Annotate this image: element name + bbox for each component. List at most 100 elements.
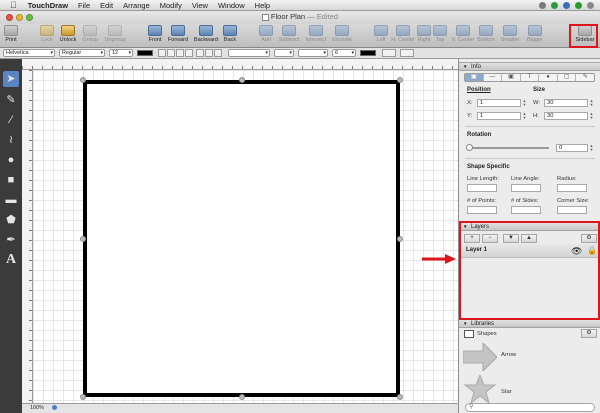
- text-color-swatch[interactable]: [137, 50, 153, 56]
- stroke-width-select[interactable]: 6: [332, 49, 356, 57]
- width-stepper[interactable]: ▲ ▼: [589, 99, 594, 107]
- text-align-center-button[interactable]: [167, 49, 175, 57]
- arrow-end-select[interactable]: [298, 49, 328, 57]
- library-item-arrow[interactable]: Arrow: [462, 341, 516, 373]
- rotation-slider-knob[interactable]: [466, 144, 473, 151]
- line-style-select[interactable]: [228, 49, 270, 57]
- text-valign-bottom-button[interactable]: [214, 49, 222, 57]
- menu-file[interactable]: File: [73, 0, 95, 11]
- tab-style[interactable]: ▢: [558, 74, 577, 81]
- rotation-slider-track[interactable]: [469, 147, 549, 149]
- resize-handle-top-right[interactable]: [397, 77, 403, 83]
- height-field[interactable]: 30: [544, 112, 588, 120]
- stroke-color-swatch[interactable]: [360, 50, 376, 56]
- menu-modify[interactable]: Modify: [155, 0, 187, 11]
- arrow-start-select[interactable]: [274, 49, 294, 57]
- library-options-gear-icon[interactable]: ⚙: [581, 329, 597, 338]
- bezier-tool-icon[interactable]: ≀: [3, 132, 19, 148]
- exclude-shapes-button[interactable]: Exclude: [328, 25, 356, 43]
- libraries-panel-header[interactable]: Libraries: [459, 319, 600, 328]
- library-search-input[interactable]: ⚲: [465, 403, 595, 412]
- y-stepper[interactable]: ▲ ▼: [522, 112, 527, 120]
- fill-color-swatch[interactable]: [382, 49, 396, 57]
- selected-rectangle-shape[interactable]: [83, 80, 400, 397]
- ellipse-tool-icon[interactable]: ●: [3, 152, 19, 168]
- line-angle-field[interactable]: [511, 184, 541, 192]
- info-panel-header[interactable]: Info: [459, 62, 600, 71]
- rectangle-tool-icon[interactable]: ■: [3, 172, 19, 188]
- library-item-star[interactable]: Star: [463, 373, 512, 405]
- line-length-field[interactable]: [467, 184, 497, 192]
- corner-size-field[interactable]: [557, 206, 587, 214]
- tab-geometry[interactable]: ▣: [465, 74, 484, 81]
- text-valign-top-button[interactable]: [196, 49, 204, 57]
- apple-menu-icon[interactable]: : [0, 0, 23, 11]
- text-justify-button[interactable]: [185, 49, 193, 57]
- menu-app-name[interactable]: TouchDraw: [23, 0, 73, 11]
- menu-window[interactable]: Window: [213, 0, 250, 11]
- rotation-field[interactable]: 0: [556, 144, 588, 152]
- x-stepper[interactable]: ▲ ▼: [522, 99, 527, 107]
- zoom-level[interactable]: 100%: [30, 405, 44, 411]
- zoom-indicator-icon[interactable]: [51, 405, 57, 411]
- ungroup-button[interactable]: Ungroup: [101, 25, 129, 43]
- menu-arrange[interactable]: Arrange: [118, 0, 155, 11]
- intersect-shapes-button[interactable]: Intersect: [302, 25, 330, 43]
- font-smaller-button[interactable]: Smaller: [496, 25, 524, 43]
- resize-handle-bottom[interactable]: [239, 394, 245, 400]
- menu-help[interactable]: Help: [250, 0, 275, 11]
- resize-handle-left[interactable]: [80, 236, 86, 242]
- horizontal-ruler: [22, 59, 458, 70]
- group-icon: [83, 25, 97, 36]
- menu-extra-icon[interactable]: [587, 1, 594, 9]
- font-style-select[interactable]: Regular: [59, 49, 105, 57]
- text-align-left-button[interactable]: [158, 49, 166, 57]
- drawing-canvas[interactable]: [33, 70, 458, 403]
- select-tool-icon[interactable]: ➤: [3, 71, 19, 87]
- tab-text[interactable]: T: [521, 74, 540, 81]
- resize-handle-bottom-right[interactable]: [397, 394, 403, 400]
- tab-stroke[interactable]: —: [484, 74, 503, 81]
- x-position-field[interactable]: 1: [477, 99, 521, 107]
- group-button[interactable]: Group: [76, 25, 104, 43]
- pencil-tool-icon[interactable]: ✎: [3, 92, 19, 108]
- width-field[interactable]: 30: [544, 99, 588, 107]
- resize-handle-top-left[interactable]: [80, 77, 86, 83]
- print-button[interactable]: Print: [0, 25, 25, 43]
- tab-fill[interactable]: ▣: [502, 74, 521, 81]
- height-stepper[interactable]: ▲ ▼: [589, 112, 594, 120]
- bring-front-icon: [148, 25, 162, 36]
- text-valign-middle-button[interactable]: [205, 49, 213, 57]
- y-position-field[interactable]: 1: [477, 112, 521, 120]
- resize-handle-top[interactable]: [239, 77, 245, 83]
- clock-status-icon[interactable]: [563, 1, 570, 9]
- line-tool-icon[interactable]: ⁄: [3, 112, 19, 128]
- subtract-shapes-button[interactable]: Subtract: [275, 25, 303, 43]
- align-left-icon: [374, 25, 388, 36]
- sides-field[interactable]: [511, 206, 541, 214]
- send-to-back-button[interactable]: Back: [216, 25, 244, 43]
- checkmark-status-icon[interactable]: [551, 1, 558, 9]
- menu-edit[interactable]: Edit: [95, 0, 118, 11]
- radius-field[interactable]: [557, 184, 587, 192]
- bring-forward-button[interactable]: Forward: [164, 25, 192, 43]
- tab-link[interactable]: ✎: [576, 74, 594, 81]
- library-select[interactable]: Shapes: [477, 331, 497, 337]
- resize-handle-right[interactable]: [397, 236, 403, 242]
- text-tool-icon[interactable]: A: [3, 252, 19, 268]
- points-field[interactable]: [467, 206, 497, 214]
- polygon-tool-icon[interactable]: ⬟: [3, 212, 19, 228]
- sync-status-icon[interactable]: [575, 1, 582, 9]
- status-menu-icon[interactable]: [539, 1, 546, 9]
- rotation-stepper[interactable]: ▲ ▼: [589, 144, 594, 152]
- text-align-right-button[interactable]: [176, 49, 184, 57]
- tab-shadow[interactable]: ●: [539, 74, 558, 81]
- shadow-toggle[interactable]: [400, 49, 414, 57]
- rounded-rect-tool-icon[interactable]: ▬: [3, 192, 19, 208]
- font-bigger-button[interactable]: Bigger: [521, 25, 549, 43]
- font-family-select[interactable]: Helvetica: [3, 49, 55, 57]
- font-size-select[interactable]: 12: [109, 49, 133, 57]
- resize-handle-bottom-left[interactable]: [80, 394, 86, 400]
- pen-tool-icon[interactable]: ✒: [3, 232, 19, 248]
- menu-view[interactable]: View: [187, 0, 213, 11]
